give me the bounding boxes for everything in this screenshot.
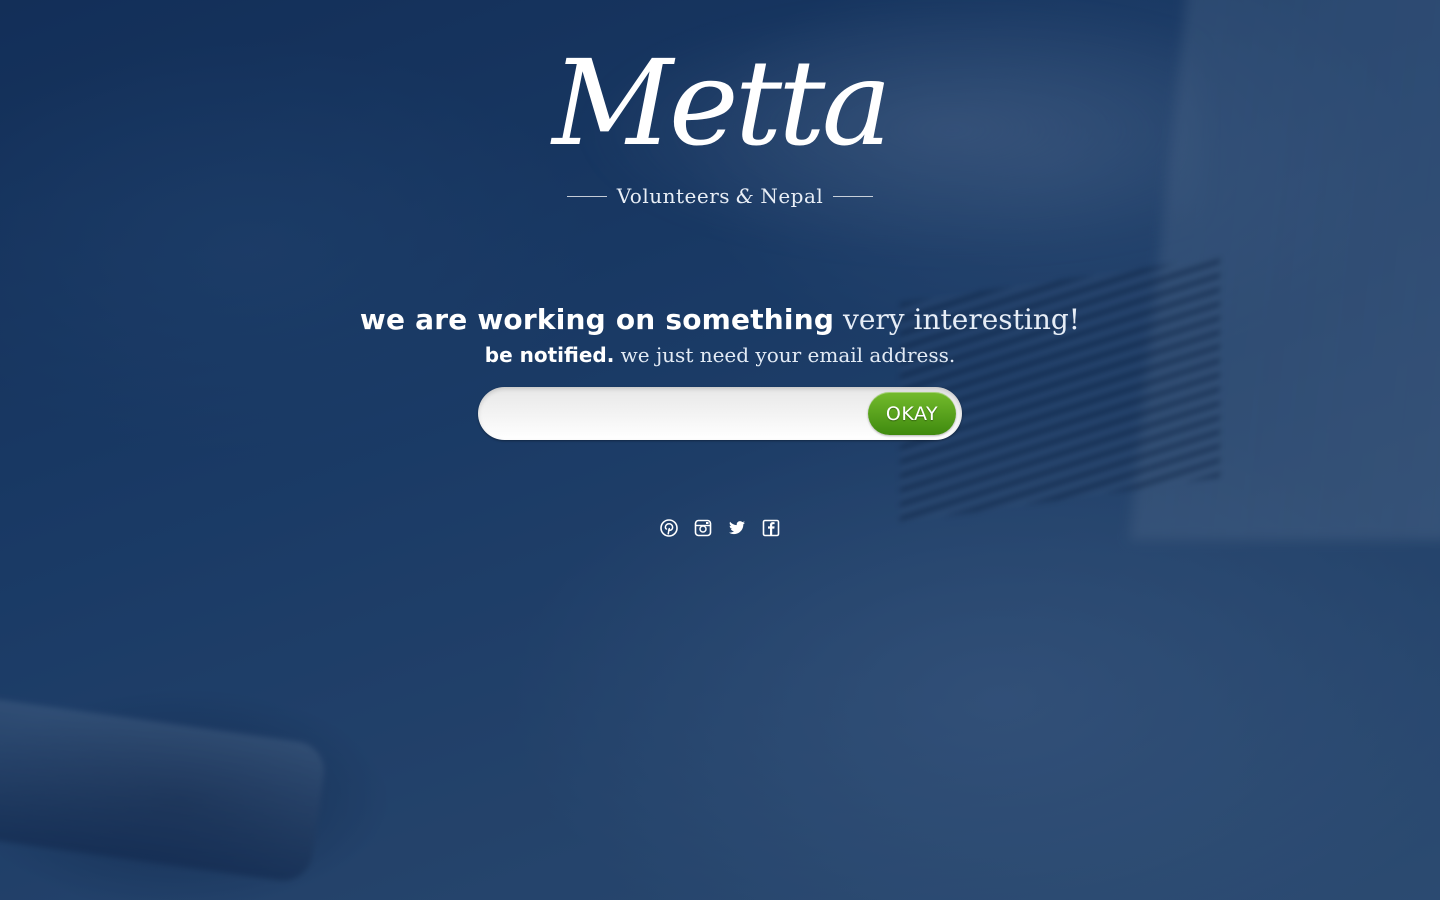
tagline-volunteers: Volunteers bbox=[616, 184, 731, 208]
twitter-link[interactable] bbox=[727, 518, 747, 538]
subheadline-bold: be notified. bbox=[484, 343, 615, 367]
pinterest-icon bbox=[660, 519, 678, 537]
tagline-right-divider bbox=[833, 195, 874, 197]
email-input[interactable] bbox=[498, 395, 862, 433]
headline-light: very interesting! bbox=[843, 303, 1081, 336]
instagram-icon bbox=[694, 519, 712, 537]
subheadline-light: we just need your email address. bbox=[620, 343, 956, 367]
tagline: Volunteers & Nepal bbox=[0, 184, 1440, 208]
social-links bbox=[0, 518, 1440, 538]
subheadline: be notified. we just need your email add… bbox=[0, 340, 1440, 370]
facebook-link[interactable] bbox=[761, 518, 781, 538]
facebook-icon bbox=[762, 519, 780, 537]
tagline-ampersand: & bbox=[736, 184, 755, 208]
tagline-left-divider bbox=[566, 195, 607, 197]
okay-button[interactable]: OKAY bbox=[868, 392, 956, 435]
twitter-icon bbox=[729, 521, 745, 535]
pinterest-link[interactable] bbox=[659, 518, 679, 538]
tagline-nepal: Nepal bbox=[760, 184, 824, 208]
headline-bold: we are working on something bbox=[359, 303, 835, 336]
email-signup-form: OKAY bbox=[478, 387, 962, 440]
logo: Metta bbox=[552, 34, 892, 172]
headline: we are working on something very interes… bbox=[0, 300, 1440, 340]
instagram-link[interactable] bbox=[693, 518, 713, 538]
landing-content: Metta Volunteers & Nepal we are working … bbox=[0, 0, 1440, 900]
